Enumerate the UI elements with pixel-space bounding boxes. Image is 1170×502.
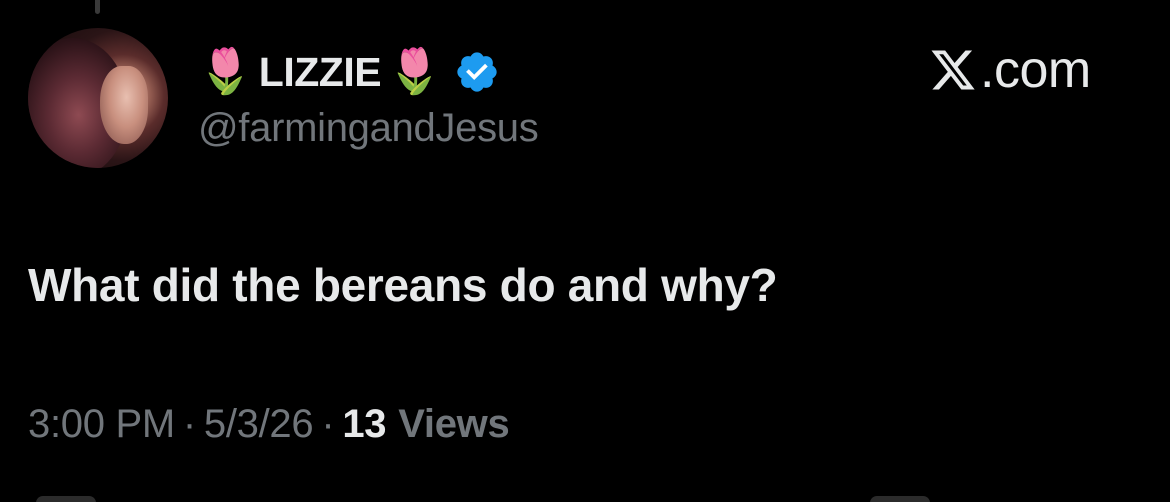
avatar-face <box>100 66 148 144</box>
verified-badge-icon[interactable] <box>454 49 500 95</box>
author-name-row[interactable]: 🌷 LIZZIE 🌷 <box>198 44 500 100</box>
brand-domain: .com <box>980 41 1091 99</box>
avatar[interactable] <box>28 28 168 168</box>
x-com-watermark: .com <box>928 40 1091 100</box>
tulip-emoji-icon: 🌷 <box>198 46 253 97</box>
action-bar-hint <box>870 496 930 502</box>
meta-separator: · <box>182 402 196 446</box>
tweet-date[interactable]: 5/3/26 <box>204 402 314 447</box>
display-name[interactable]: LIZZIE <box>259 49 382 96</box>
tweet-time[interactable]: 3:00 PM <box>28 402 175 447</box>
action-bar-hint <box>36 496 96 502</box>
thread-line <box>95 0 100 14</box>
author-handle[interactable]: @farmingandJesus <box>198 106 539 151</box>
meta-separator: · <box>321 402 335 446</box>
tweet-text: What did the bereans do and why? <box>28 259 778 311</box>
x-logo-icon <box>931 50 975 90</box>
views-count[interactable]: 13 <box>342 402 386 447</box>
views-label: Views <box>398 402 510 446</box>
tweet-meta: 3:00 PM · 5/3/26 · 13 Views <box>28 402 510 447</box>
tulip-emoji-icon: 🌷 <box>387 46 442 97</box>
